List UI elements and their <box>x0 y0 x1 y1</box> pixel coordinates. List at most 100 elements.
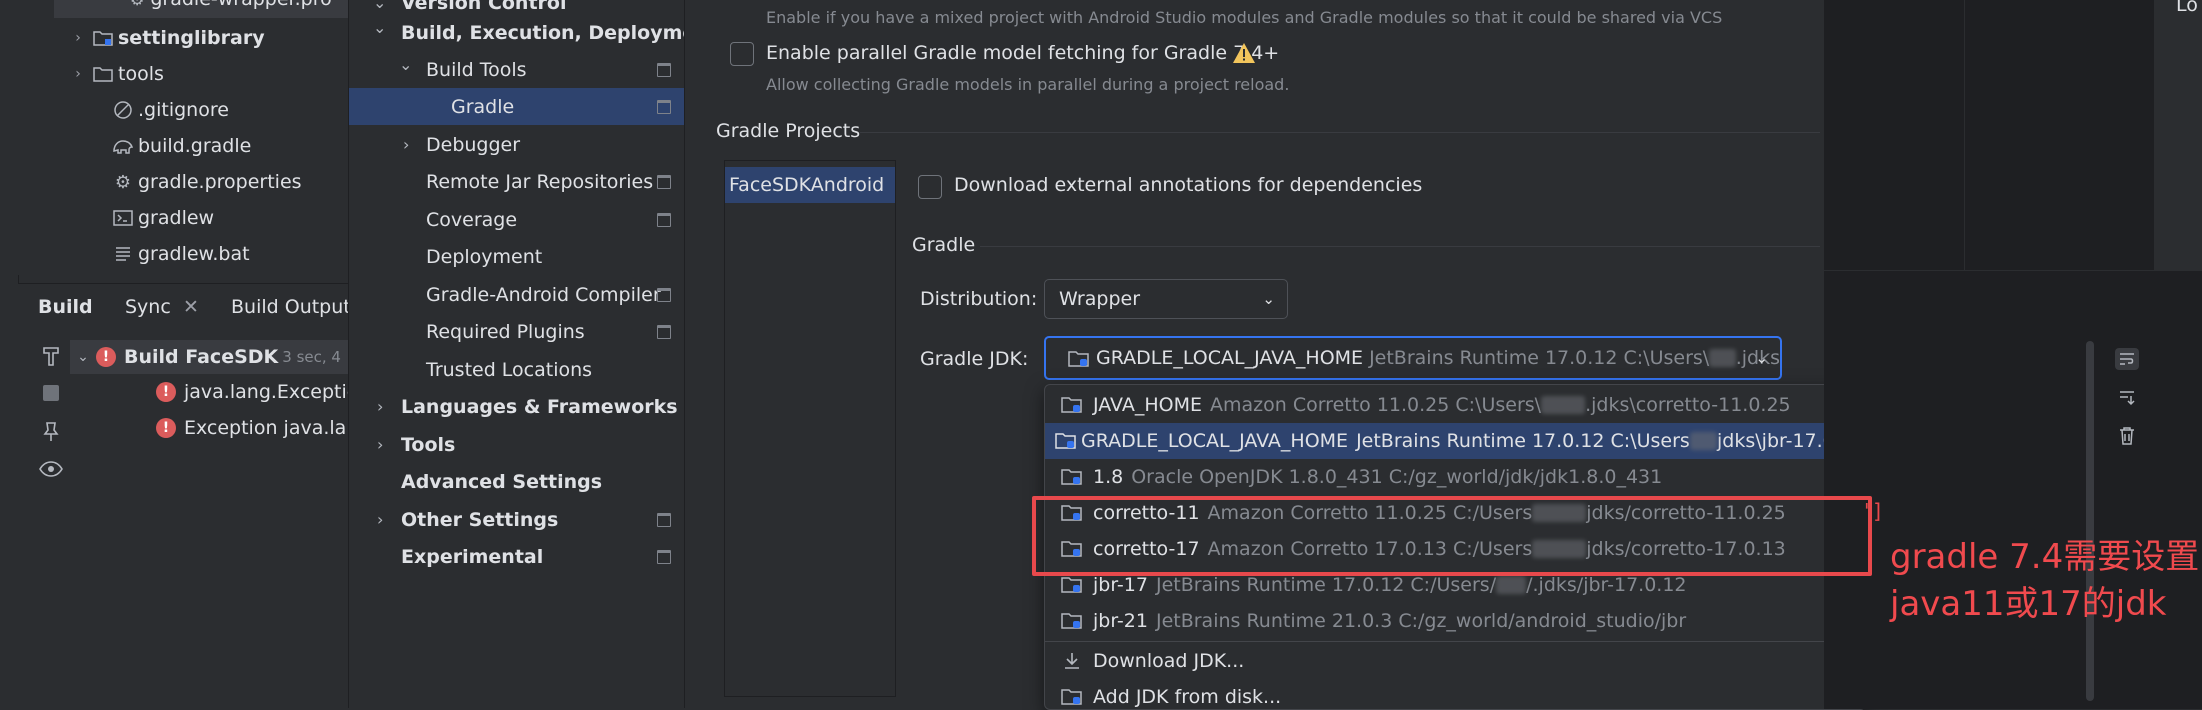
tab-sync[interactable]: Sync <box>125 296 171 318</box>
nav-advanced-settings[interactable]: Advanced Settings <box>349 463 685 500</box>
build-root-row[interactable]: ⌄ ! Build FaceSDK 3 sec, 4 <box>70 340 348 374</box>
settings-tree: ⌄ Version Control ⌄ Build, Execution, De… <box>348 0 718 708</box>
mixed-project-hint: Enable if you have a mixed project with … <box>766 8 1723 27</box>
scrollbar[interactable] <box>2086 341 2094 701</box>
chevron-right-icon[interactable]: › <box>68 30 88 46</box>
nav-deployment[interactable]: Deployment <box>349 238 685 275</box>
project-name: FaceSDKAndroid <box>729 174 885 196</box>
soft-wrap-icon[interactable] <box>2112 344 2142 374</box>
build-error-row[interactable]: ! java.lang.Exception <box>156 375 370 409</box>
chevron-right-icon[interactable]: › <box>377 435 383 454</box>
redacted-username <box>1689 432 1718 450</box>
jdk-option-gradle-local-java-home[interactable]: GRADLE_LOCAL_JAVA_HOME JetBrains Runtime… <box>1045 423 1865 459</box>
jdk-option-detail: JetBrains Runtime 17.0.12 C:/Users/ <box>1155 574 1497 596</box>
nav-build-execution-deployment[interactable]: ⌄ Build, Execution, Deployment <box>349 14 718 51</box>
jdk-option-name: JAVA_HOME <box>1093 394 1202 416</box>
close-icon[interactable]: ✕ <box>183 296 199 318</box>
distribution-select[interactable]: Wrapper ⌄ <box>1044 279 1288 319</box>
tree-item-gradlew[interactable]: gradlew <box>108 200 214 236</box>
chevron-right-icon[interactable]: › <box>377 397 383 416</box>
gradle-jdk-select[interactable]: GRADLE_LOCAL_JAVA_HOME JetBrains Runtime… <box>1044 336 1782 380</box>
nav-debugger[interactable]: › Debugger <box>349 126 685 163</box>
chevron-down-icon[interactable]: ⌄ <box>373 18 386 37</box>
tab-build[interactable]: Build <box>38 296 93 318</box>
jdk-option-java-home[interactable]: JAVA_HOME Amazon Corretto 11.0.25 C:\Use… <box>1045 387 1865 423</box>
chevron-right-icon[interactable]: › <box>68 66 88 82</box>
scroll-to-end-icon[interactable] <box>2112 383 2142 413</box>
distribution-label: Distribution: <box>920 288 1038 310</box>
nav-languages-frameworks[interactable]: › Languages & Frameworks <box>349 388 685 425</box>
nav-tools[interactable]: › Tools <box>349 426 685 463</box>
gradle-jdk-label: Gradle JDK: <box>920 348 1029 370</box>
eye-icon[interactable] <box>36 454 66 484</box>
tree-item-gradle-properties[interactable]: ⚙ gradle.properties <box>108 164 302 200</box>
divider <box>1964 0 1965 270</box>
tree-item-label: gradlew <box>138 207 215 229</box>
gradle-jdk-value-detail: JetBrains Runtime 17.0.12 C:\Users\ <box>1369 347 1710 369</box>
nav-experimental[interactable]: Experimental <box>349 538 685 575</box>
tree-item-settinglibrary[interactable]: › settinglibrary <box>68 20 264 56</box>
distribution-value: Wrapper <box>1059 288 1141 310</box>
nav-gradle[interactable]: Gradle <box>349 88 685 125</box>
nav-remote-jar-repositories[interactable]: Remote Jar Repositories <box>349 163 685 200</box>
partial-text: Lo <box>2176 0 2198 16</box>
parallel-fetch-label[interactable]: Enable parallel Gradle model fetching fo… <box>766 42 1279 64</box>
nav-required-plugins[interactable]: Required Plugins <box>349 313 685 350</box>
chevron-right-icon[interactable]: › <box>377 510 383 529</box>
folder-icon <box>88 66 118 82</box>
project-list-item[interactable]: FaceSDKAndroid <box>725 167 895 203</box>
tree-item-gradlew-bat[interactable]: gradlew.bat <box>108 236 250 272</box>
parallel-fetch-hint: Allow collecting Gradle models in parall… <box>766 75 1290 94</box>
tree-item-build-gradle[interactable]: build.gradle <box>108 128 251 164</box>
build-error-row[interactable]: ! Exception java.lang <box>156 411 370 445</box>
nav-label: Tools <box>401 433 456 456</box>
chevron-down-icon[interactable]: ⌄ <box>70 349 96 365</box>
tree-row-selected-partial[interactable]: ⚙ gradle-wrapper.pro <box>54 0 364 18</box>
nav-trusted-locations[interactable]: Trusted Locations <box>349 351 685 388</box>
add-jdk-from-disk-action[interactable]: Add JDK from disk... <box>1045 679 1865 709</box>
jdk-folder-icon <box>1055 575 1089 595</box>
jdk-folder-icon <box>1055 611 1089 631</box>
tree-item-gitignore[interactable]: .gitignore <box>108 92 229 128</box>
chevron-right-icon[interactable]: › <box>403 135 409 154</box>
gradle-elephant-icon <box>108 137 138 155</box>
jdk-folder-icon <box>1055 395 1089 415</box>
download-jdk-action[interactable]: Download JDK... <box>1045 643 1865 679</box>
nav-gradle-android-compiler[interactable]: Gradle-Android Compiler <box>349 276 685 313</box>
trash-icon[interactable] <box>2112 421 2142 451</box>
hammer-icon[interactable] <box>36 341 66 371</box>
jdk-option-1-8[interactable]: 1.8 Oracle OpenJDK 1.8.0_431 C:/gz_world… <box>1045 459 1865 495</box>
nav-coverage[interactable]: Coverage <box>349 201 685 238</box>
nav-other-settings[interactable]: › Other Settings <box>349 501 685 538</box>
annotation-note: gradle 7.4需要设置 java11或17的jdk <box>1890 534 2199 628</box>
action-label: Download JDK... <box>1093 650 1245 672</box>
jdk-folder-icon <box>1068 347 1090 369</box>
right-tool-strip <box>2154 0 2202 270</box>
folder-module-icon <box>88 30 118 46</box>
gear-icon: ⚙ <box>114 171 132 193</box>
gradle-projects-title: Gradle Projects <box>716 120 861 142</box>
chevron-down-icon[interactable]: ⌄ <box>373 0 386 12</box>
pin-icon[interactable] <box>36 417 66 447</box>
stop-icon[interactable] <box>36 378 66 408</box>
download-icon <box>1055 651 1089 671</box>
chevron-down-icon[interactable]: ⌄ <box>399 55 412 74</box>
download-annotations-label[interactable]: Download external annotations for depend… <box>954 174 1422 196</box>
right-editor-top: Lo <box>1824 0 2202 270</box>
parallel-fetch-checkbox[interactable] <box>730 42 754 66</box>
nav-label: Debugger <box>426 133 521 156</box>
nav-build-tools[interactable]: ⌄ Build Tools <box>349 51 685 88</box>
nav-label: Version Control <box>401 0 567 14</box>
gradle-projects-list: FaceSDKAndroid <box>724 160 896 697</box>
gradle-section-title: Gradle <box>912 234 976 256</box>
chevron-down-icon: ⌄ <box>1262 290 1275 308</box>
left-tool-strip <box>0 0 19 708</box>
tree-item-tools[interactable]: › tools <box>68 56 164 92</box>
download-annotations-checkbox[interactable] <box>918 175 942 199</box>
tab-build-output[interactable]: Build Output <box>231 296 351 318</box>
redacted-username <box>1496 576 1527 594</box>
annotation-highlight-box <box>1032 496 1872 576</box>
build-root-label: Build FaceSDK <box>124 346 279 368</box>
jdk-option-jbr-21[interactable]: jbr-21 JetBrains Runtime 21.0.3 C:/gz_wo… <box>1045 603 1865 639</box>
gitignore-icon <box>108 100 138 120</box>
